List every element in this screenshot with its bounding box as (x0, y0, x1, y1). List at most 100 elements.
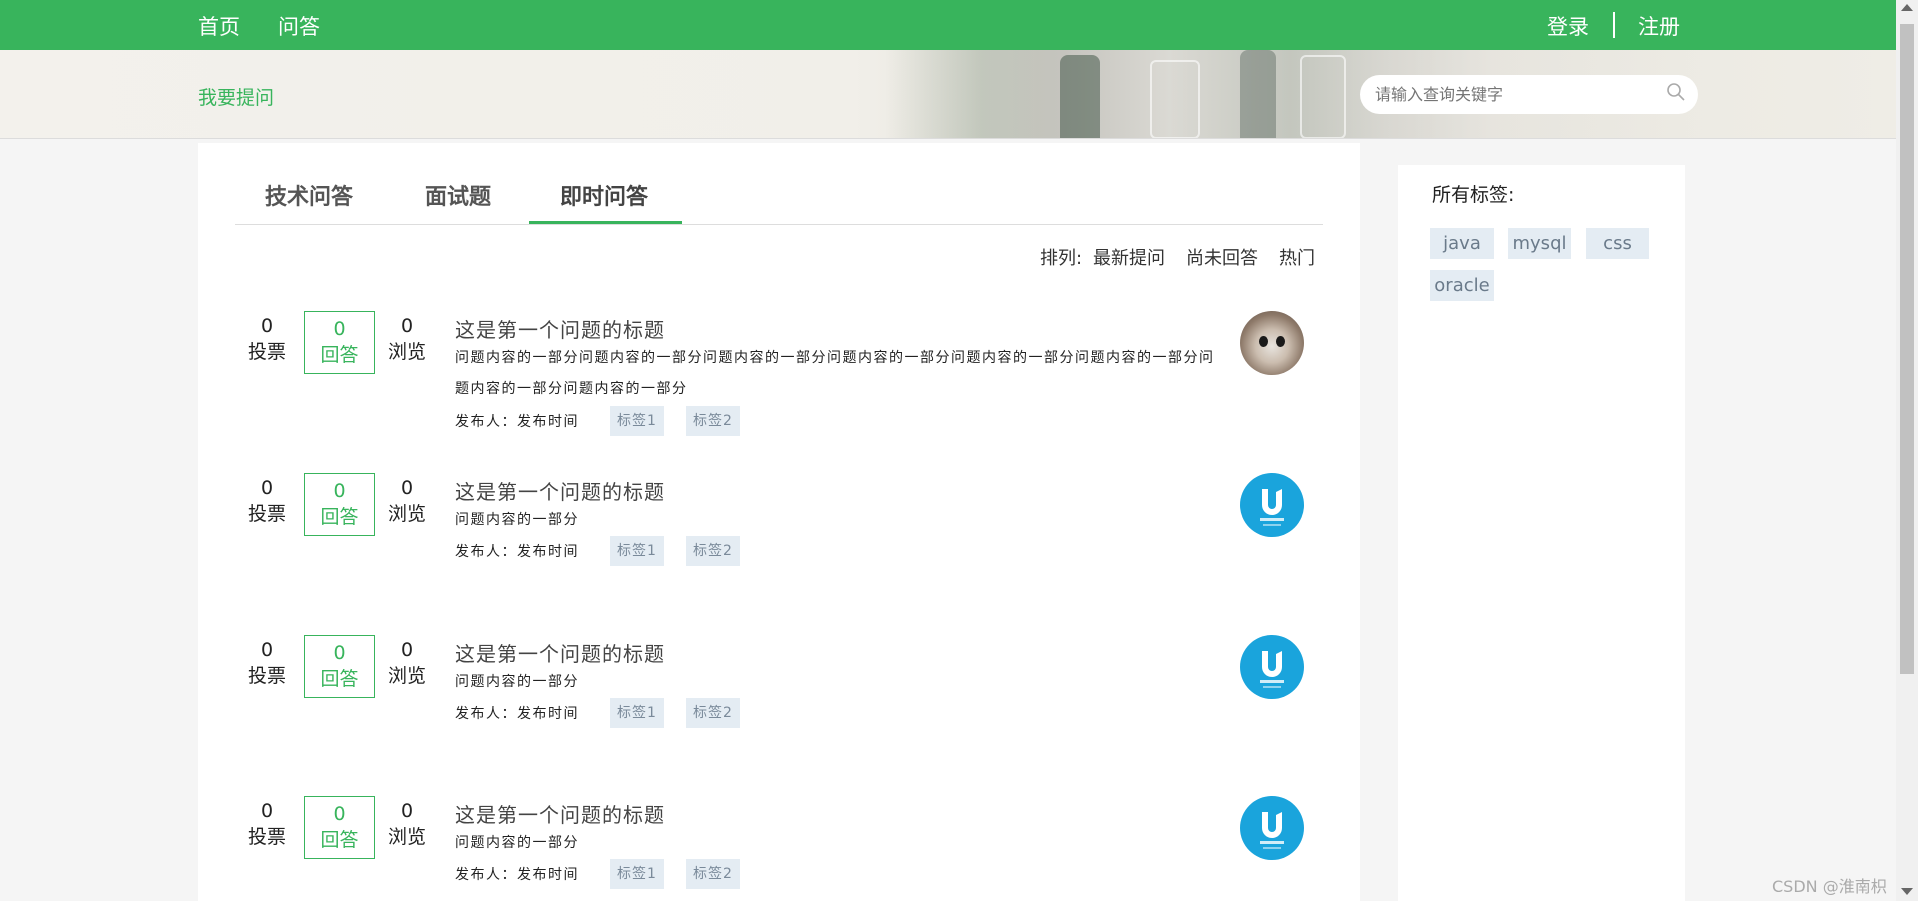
answer-label: 回答 (320, 506, 359, 528)
question-title[interactable]: 这是第一个问题的标题 (455, 476, 665, 505)
question-meta: 发布人：发布时间 (455, 544, 579, 560)
banner-bottle (1240, 50, 1276, 138)
vote-count: 0 (260, 315, 274, 337)
cat-eye (1259, 336, 1268, 347)
question-item[interactable]: 0 投票 0 回答 0 浏览 这是第一个问题的标题 问题内容的一部分 发布人：发… (240, 473, 1310, 603)
csdn-watermark: CSDN @淮南枳 (1772, 877, 1887, 896)
search-icon[interactable] (1666, 82, 1686, 102)
sort-latest[interactable]: 最新提问 (1093, 244, 1165, 270)
question-tag[interactable]: 标签2 (686, 406, 740, 436)
question-title[interactable]: 这是第一个问题的标题 (455, 314, 665, 343)
sort-unanswered[interactable]: 尚未回答 (1186, 244, 1258, 270)
tab-bar: 技术问答 面试题 即时问答 (235, 167, 1323, 225)
question-item[interactable]: 0 投票 0 回答 0 浏览 这是第一个问题的标题 问题内容的一部分 发布人：发… (240, 635, 1310, 765)
question-tag[interactable]: 标签1 (610, 406, 664, 436)
vote-stat: 0 投票 (247, 475, 287, 527)
nav-qa-link[interactable]: 问答 (278, 11, 320, 41)
vote-label: 投票 (247, 665, 286, 687)
question-tag[interactable]: 标签1 (610, 859, 664, 889)
udacity-logo-icon (1260, 489, 1284, 526)
answer-label: 回答 (320, 344, 359, 366)
view-label: 浏览 (387, 665, 426, 687)
nav-home-link[interactable]: 首页 (198, 11, 240, 41)
answer-label: 回答 (320, 829, 359, 851)
answer-label: 回答 (320, 668, 359, 690)
udacity-logo-icon (1260, 812, 1284, 849)
view-count: 0 (400, 800, 414, 822)
question-title[interactable]: 这是第一个问题的标题 (455, 638, 665, 667)
question-content: 问题内容的一部分问题内容的一部分问题内容的一部分问题内容的一部分问题内容的一部分… (455, 350, 1215, 397)
search-input[interactable] (1360, 75, 1698, 114)
vote-stat: 0 投票 (247, 798, 287, 850)
question-content: 问题内容的一部分 (455, 674, 579, 690)
question-tag[interactable]: 标签2 (686, 859, 740, 889)
question-tag[interactable]: 标签2 (686, 698, 740, 728)
tab-tech-qa[interactable]: 技术问答 (265, 179, 353, 211)
answer-count: 0 (333, 642, 346, 664)
view-stat: 0 浏览 (387, 313, 427, 365)
vote-label: 投票 (247, 826, 286, 848)
banner-glass (1150, 60, 1200, 138)
scrollbar-thumb[interactable] (1900, 24, 1914, 674)
view-stat: 0 浏览 (387, 475, 427, 527)
udacity-avatar[interactable] (1240, 796, 1304, 860)
register-link[interactable]: 注册 (1638, 11, 1680, 41)
question-meta: 发布人：发布时间 (455, 414, 579, 430)
question-content: 问题内容的一部分 (455, 512, 579, 528)
vote-count: 0 (260, 477, 274, 499)
view-stat: 0 浏览 (387, 637, 427, 689)
question-tag[interactable]: 标签1 (610, 536, 664, 566)
cat-eye (1276, 336, 1285, 347)
sidebar-tag-java[interactable]: java (1430, 228, 1494, 259)
view-label: 浏览 (387, 341, 426, 363)
login-link[interactable]: 登录 (1547, 11, 1589, 41)
view-label: 浏览 (387, 503, 426, 525)
sort-label: 排列: (1040, 248, 1083, 269)
sidebar-tag-css[interactable]: css (1586, 228, 1649, 259)
ask-question-link[interactable]: 我要提问 (198, 83, 274, 110)
answer-stat[interactable]: 0 回答 (304, 796, 375, 859)
answer-count: 0 (333, 480, 346, 502)
sidebar-tag-oracle[interactable]: oracle (1430, 270, 1494, 301)
view-label: 浏览 (387, 826, 426, 848)
sidebar-tag-mysql[interactable]: mysql (1508, 228, 1571, 259)
user-avatar[interactable] (1240, 311, 1304, 375)
question-item[interactable]: 0 投票 0 回答 0 浏览 这是第一个问题的标题 问题内容的一部分问题内容的一… (240, 311, 1310, 441)
question-content: 问题内容的一部分 (455, 835, 579, 851)
answer-stat[interactable]: 0 回答 (304, 311, 375, 374)
sidebar-title: 所有标签: (1432, 184, 1515, 206)
view-stat: 0 浏览 (387, 798, 427, 850)
udacity-avatar[interactable] (1240, 635, 1304, 699)
answer-count: 0 (333, 318, 346, 340)
active-tab-indicator (529, 221, 682, 224)
question-item[interactable]: 0 投票 0 回答 0 浏览 这是第一个问题的标题 问题内容的一部分 发布人：发… (240, 796, 1310, 901)
banner-glass (1300, 55, 1346, 138)
vote-count: 0 (260, 800, 274, 822)
question-tag[interactable]: 标签2 (686, 536, 740, 566)
scroll-down-arrow-icon[interactable] (1901, 888, 1913, 895)
nav-divider (1613, 12, 1615, 38)
banner-bottle (1060, 55, 1100, 138)
answer-stat[interactable]: 0 回答 (304, 473, 375, 536)
sort-hot[interactable]: 热门 (1279, 244, 1315, 270)
tab-instant-qa[interactable]: 即时问答 (560, 179, 648, 211)
udacity-logo-icon (1260, 651, 1284, 688)
question-title[interactable]: 这是第一个问题的标题 (455, 799, 665, 828)
vote-stat: 0 投票 (247, 313, 287, 365)
udacity-avatar[interactable] (1240, 473, 1304, 537)
question-meta: 发布人：发布时间 (455, 867, 579, 883)
tab-interview[interactable]: 面试题 (425, 179, 491, 211)
question-tag[interactable]: 标签1 (610, 698, 664, 728)
view-count: 0 (400, 315, 414, 337)
vote-stat: 0 投票 (247, 637, 287, 689)
top-navbar: 首页 问答 登录 注册 (0, 0, 1896, 50)
answer-count: 0 (333, 803, 346, 825)
question-meta: 发布人：发布时间 (455, 706, 579, 722)
vote-label: 投票 (247, 341, 286, 363)
view-count: 0 (400, 477, 414, 499)
vote-count: 0 (260, 639, 274, 661)
view-count: 0 (400, 639, 414, 661)
scroll-up-arrow-icon[interactable] (1901, 4, 1913, 11)
answer-stat[interactable]: 0 回答 (304, 635, 375, 698)
vote-label: 投票 (247, 503, 286, 525)
